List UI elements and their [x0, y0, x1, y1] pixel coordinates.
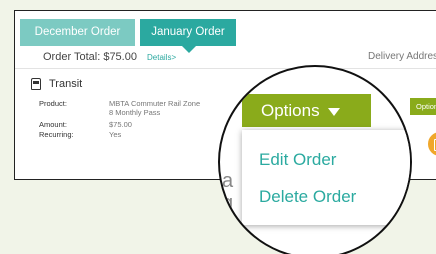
amount-label: Amount:: [39, 120, 67, 129]
background-text-fragment-2: g: [222, 192, 234, 214]
product-label: Product:: [39, 99, 67, 108]
background-text-fragment: a: [222, 170, 234, 192]
options-button[interactable]: Options: [242, 94, 371, 127]
product-row: Product: MBTA Commuter Rail Zone 8 Month…: [39, 99, 200, 117]
details-link[interactable]: Details>: [147, 53, 176, 62]
transit-header: Transit: [31, 78, 82, 90]
product-value: MBTA Commuter Rail Zone 8 Monthly Pass: [109, 99, 200, 117]
options-dropdown-menu: Edit Order Delete Order: [242, 130, 410, 225]
recurring-label: Recurring:: [39, 130, 74, 139]
train-icon: [31, 78, 41, 90]
product-value-line1: MBTA Commuter Rail Zone: [109, 99, 201, 108]
menu-item-edit-order[interactable]: Edit Order: [259, 150, 336, 170]
divider: [15, 68, 436, 69]
order-total-text: Order Total: $75.00: [43, 51, 137, 63]
active-tab-pointer: [182, 46, 196, 53]
options-small-label: Options: [416, 102, 436, 111]
transit-title: Transit: [49, 78, 83, 90]
amount-value: $75.00: [109, 120, 132, 129]
product-value-line2: 8 Monthly Pass: [109, 108, 161, 117]
tab-january-label: January Order: [151, 26, 225, 38]
caret-down-icon: [327, 107, 340, 116]
delivery-address-label: Delivery Address: [368, 51, 436, 62]
options-label: Options: [261, 101, 320, 120]
tab-january-order[interactable]: January Order: [140, 19, 236, 53]
tab-december-order[interactable]: December Order: [20, 19, 135, 46]
options-button-small[interactable]: Options: [410, 98, 436, 115]
amount-row: Amount: $75.00: [39, 120, 132, 129]
zoom-magnifier: a g Options Edit Order Delete Order: [218, 65, 412, 254]
order-total: Order Total: $75.00 Details>: [43, 51, 176, 63]
menu-item-delete-order[interactable]: Delete Order: [259, 187, 356, 207]
recurring-value: Yes: [109, 130, 122, 139]
recurring-row: Recurring: Yes: [39, 130, 121, 139]
